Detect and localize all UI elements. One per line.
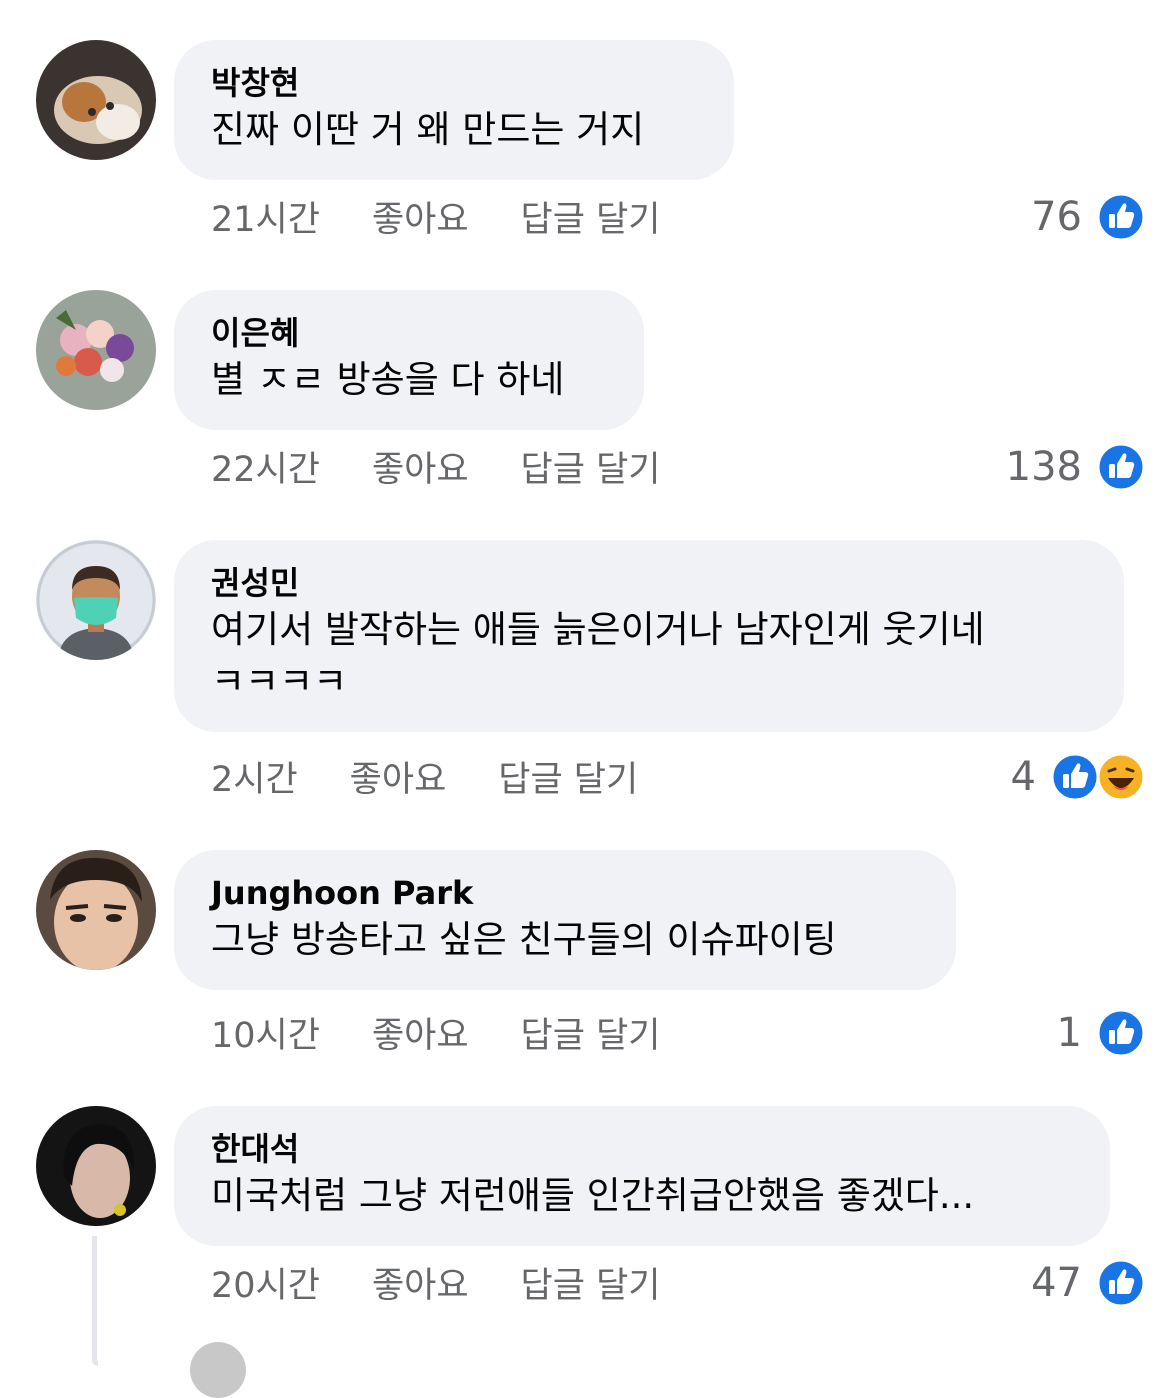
comment-bubble: 한대석 미국처럼 그냥 저런애들 인간취급안했음 좋겠다... <box>174 1106 1110 1246</box>
comment-actions: 2시간 좋아요 답글 달기 <box>211 758 690 802</box>
reaction-summary[interactable]: 76 <box>1031 192 1146 242</box>
reaction-count: 138 <box>1005 444 1082 490</box>
reply-button[interactable]: 답글 달기 <box>521 450 661 490</box>
reply-thread-line <box>92 1236 98 1366</box>
like-icon <box>1096 442 1146 492</box>
comment-text: 별 ㅈㄹ 방송을 다 하네 <box>211 358 565 401</box>
comment-author[interactable]: 권성민 <box>211 562 1086 604</box>
timestamp[interactable]: 22시간 <box>211 450 320 490</box>
comment-text: 미국처럼 그냥 저런애들 인간취급안했음 좋겠다... <box>211 1174 975 1217</box>
like-icon <box>1096 1258 1146 1308</box>
timestamp[interactable]: 10시간 <box>211 1016 320 1056</box>
comment-author[interactable]: Junghoon Park <box>211 872 918 914</box>
reply-button[interactable]: 답글 달기 <box>498 760 638 800</box>
like-button[interactable]: 좋아요 <box>372 1266 469 1306</box>
comment-bubble: 이은혜 별 ㅈㄹ 방송을 다 하네 <box>174 290 644 430</box>
reply-button[interactable]: 답글 달기 <box>521 1266 661 1306</box>
comment-actions: 10시간 좋아요 답글 달기 <box>211 1014 712 1058</box>
reply-button[interactable]: 답글 달기 <box>521 1016 661 1056</box>
comment-text: ㅋㅋㅋㅋ <box>211 660 348 703</box>
avatar[interactable] <box>36 290 156 410</box>
avatar[interactable] <box>36 850 156 970</box>
reaction-count: 4 <box>1010 754 1036 800</box>
comment-text: 그냥 방송타고 싶은 친구들의 이슈파이팅 <box>211 918 837 961</box>
comment-actions: 21시간 좋아요 답글 달기 <box>211 198 712 242</box>
reaction-summary[interactable]: 4 <box>1011 752 1146 802</box>
comment-author[interactable]: 한대석 <box>211 1128 1072 1170</box>
comment-text: 여기서 발작하는 애들 늙은이거나 남자인게 웃기네 <box>211 608 985 651</box>
like-button[interactable]: 좋아요 <box>372 200 469 240</box>
comment-bubble: 권성민 여기서 발작하는 애들 늙은이거나 남자인게 웃기네 ㅋㅋㅋㅋ <box>174 540 1124 732</box>
reply-button[interactable]: 답글 달기 <box>521 200 661 240</box>
avatar[interactable] <box>36 1106 156 1226</box>
reaction-summary[interactable]: 47 <box>1031 1258 1146 1308</box>
reaction-summary[interactable]: 1 <box>1057 1008 1146 1058</box>
avatar[interactable] <box>36 40 156 160</box>
comment-author[interactable]: 박창현 <box>211 62 696 104</box>
timestamp[interactable]: 2시간 <box>211 760 298 800</box>
like-icon <box>1096 1008 1146 1058</box>
reaction-count: 47 <box>1031 1260 1082 1306</box>
reaction-count: 1 <box>1056 1010 1082 1056</box>
comment-author[interactable]: 이은혜 <box>211 312 606 354</box>
reaction-summary[interactable]: 138 <box>1006 442 1146 492</box>
like-button[interactable]: 좋아요 <box>350 760 447 800</box>
comment-actions: 22시간 좋아요 답글 달기 <box>211 448 712 492</box>
timestamp[interactable]: 21시간 <box>211 200 320 240</box>
like-icon <box>1050 752 1100 802</box>
like-icon <box>1096 192 1146 242</box>
comment-text: 진짜 이딴 거 왜 만드는 거지 <box>211 108 645 151</box>
haha-icon <box>1096 752 1146 802</box>
reply-avatar[interactable] <box>190 1342 246 1398</box>
comment-actions: 20시간 좋아요 답글 달기 <box>211 1264 712 1308</box>
comment-bubble: 박창현 진짜 이딴 거 왜 만드는 거지 <box>174 40 734 180</box>
like-button[interactable]: 좋아요 <box>372 450 469 490</box>
like-button[interactable]: 좋아요 <box>372 1016 469 1056</box>
avatar[interactable] <box>36 540 156 660</box>
reaction-count: 76 <box>1031 194 1082 240</box>
timestamp[interactable]: 20시간 <box>211 1266 320 1306</box>
comment-bubble: Junghoon Park 그냥 방송타고 싶은 친구들의 이슈파이팅 <box>174 850 956 990</box>
